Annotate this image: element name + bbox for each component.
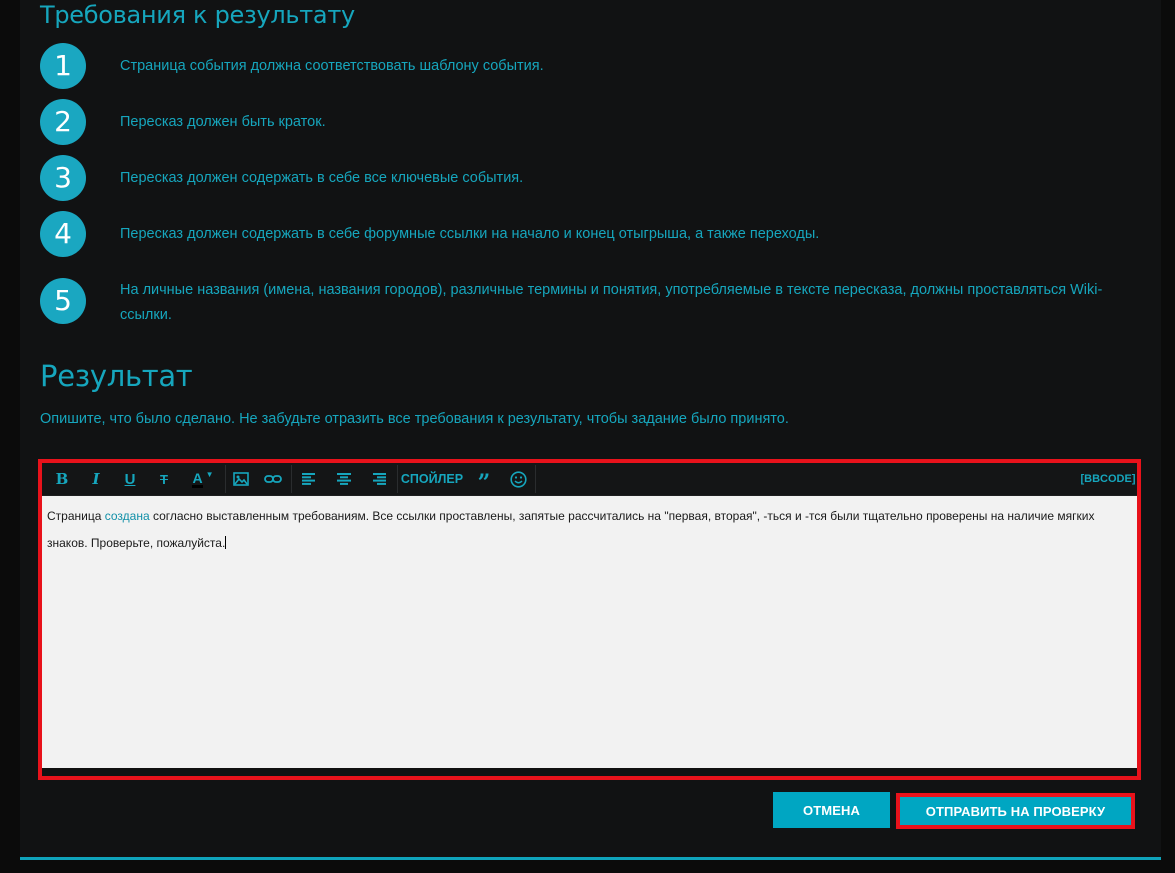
requirement-item: 3 Пересказ должен содержать в себе все к… bbox=[40, 155, 1140, 201]
align-right-icon[interactable] bbox=[367, 466, 391, 492]
dropdown-caret-icon: ▼ bbox=[205, 469, 214, 479]
underline-icon[interactable]: U bbox=[118, 466, 142, 492]
editor-highlight-frame: B I U T A ▼ СПОЙЛЕР ” [BBCODE] Страница … bbox=[38, 459, 1141, 780]
editor-text-before-link: Страница bbox=[47, 509, 105, 523]
link-icon[interactable] bbox=[260, 466, 286, 492]
align-center-icon[interactable] bbox=[332, 466, 356, 492]
bbcode-toggle[interactable]: [BBCODE] bbox=[1080, 466, 1136, 492]
bold-icon[interactable]: B bbox=[50, 466, 74, 492]
result-description: Опишите, что было сделано. Не забудьте о… bbox=[40, 411, 789, 427]
quote-icon[interactable]: ” bbox=[472, 466, 496, 496]
requirement-number: 2 bbox=[40, 99, 86, 145]
requirement-item: 5 На личные названия (имена, названия го… bbox=[40, 278, 1140, 330]
requirements-heading: Требования к результату bbox=[40, 1, 355, 29]
requirement-item: 2 Пересказ должен быть краток. bbox=[40, 99, 1140, 145]
panel-bottom-border bbox=[20, 857, 1161, 860]
requirement-text: Пересказ должен быть краток. bbox=[120, 114, 326, 130]
strikethrough-icon[interactable]: T bbox=[152, 466, 176, 492]
editor-toolbar: B I U T A ▼ СПОЙЛЕР ” [BBCODE] bbox=[42, 463, 1137, 496]
requirement-number: 3 bbox=[40, 155, 86, 201]
requirement-text: Пересказ должен содержать в себе форумны… bbox=[120, 226, 820, 242]
text-color-letter: A bbox=[192, 469, 203, 488]
image-icon[interactable] bbox=[228, 466, 254, 492]
submit-for-review-button[interactable]: ОТПРАВИТЬ НА ПРОВЕРКУ bbox=[900, 797, 1131, 825]
requirement-text: Пересказ должен содержать в себе все клю… bbox=[120, 170, 524, 186]
toolbar-divider bbox=[291, 465, 292, 493]
smiley-icon[interactable] bbox=[505, 466, 531, 492]
spoiler-button[interactable]: СПОЙЛЕР bbox=[400, 466, 464, 492]
toolbar-divider bbox=[225, 465, 226, 493]
result-heading: Результат bbox=[40, 359, 193, 393]
editor-link[interactable]: создана bbox=[105, 509, 150, 523]
requirement-number: 1 bbox=[40, 43, 86, 89]
toolbar-divider bbox=[397, 465, 398, 493]
requirement-item: 4 Пересказ должен содержать в себе форум… bbox=[40, 211, 1140, 257]
italic-icon[interactable]: I bbox=[84, 466, 108, 492]
align-left-icon[interactable] bbox=[297, 466, 321, 492]
cancel-button[interactable]: ОТМЕНА bbox=[773, 792, 890, 828]
requirement-number: 4 bbox=[40, 211, 86, 257]
requirement-number: 5 bbox=[40, 278, 86, 324]
toolbar-divider bbox=[535, 465, 536, 493]
requirement-item: 1 Страница события должна соответствоват… bbox=[40, 43, 1140, 89]
editor-text-after-link: согласно выставленным требованиям. Все с… bbox=[47, 509, 1095, 550]
requirement-text: На личные названия (имена, названия горо… bbox=[120, 282, 1103, 323]
text-color-icon[interactable]: A ▼ bbox=[186, 466, 220, 492]
editor-text-area[interactable]: Страница создана согласно выставленным т… bbox=[42, 496, 1137, 770]
text-caret bbox=[225, 536, 227, 549]
requirement-text: Страница события должна соответствовать … bbox=[120, 58, 544, 74]
